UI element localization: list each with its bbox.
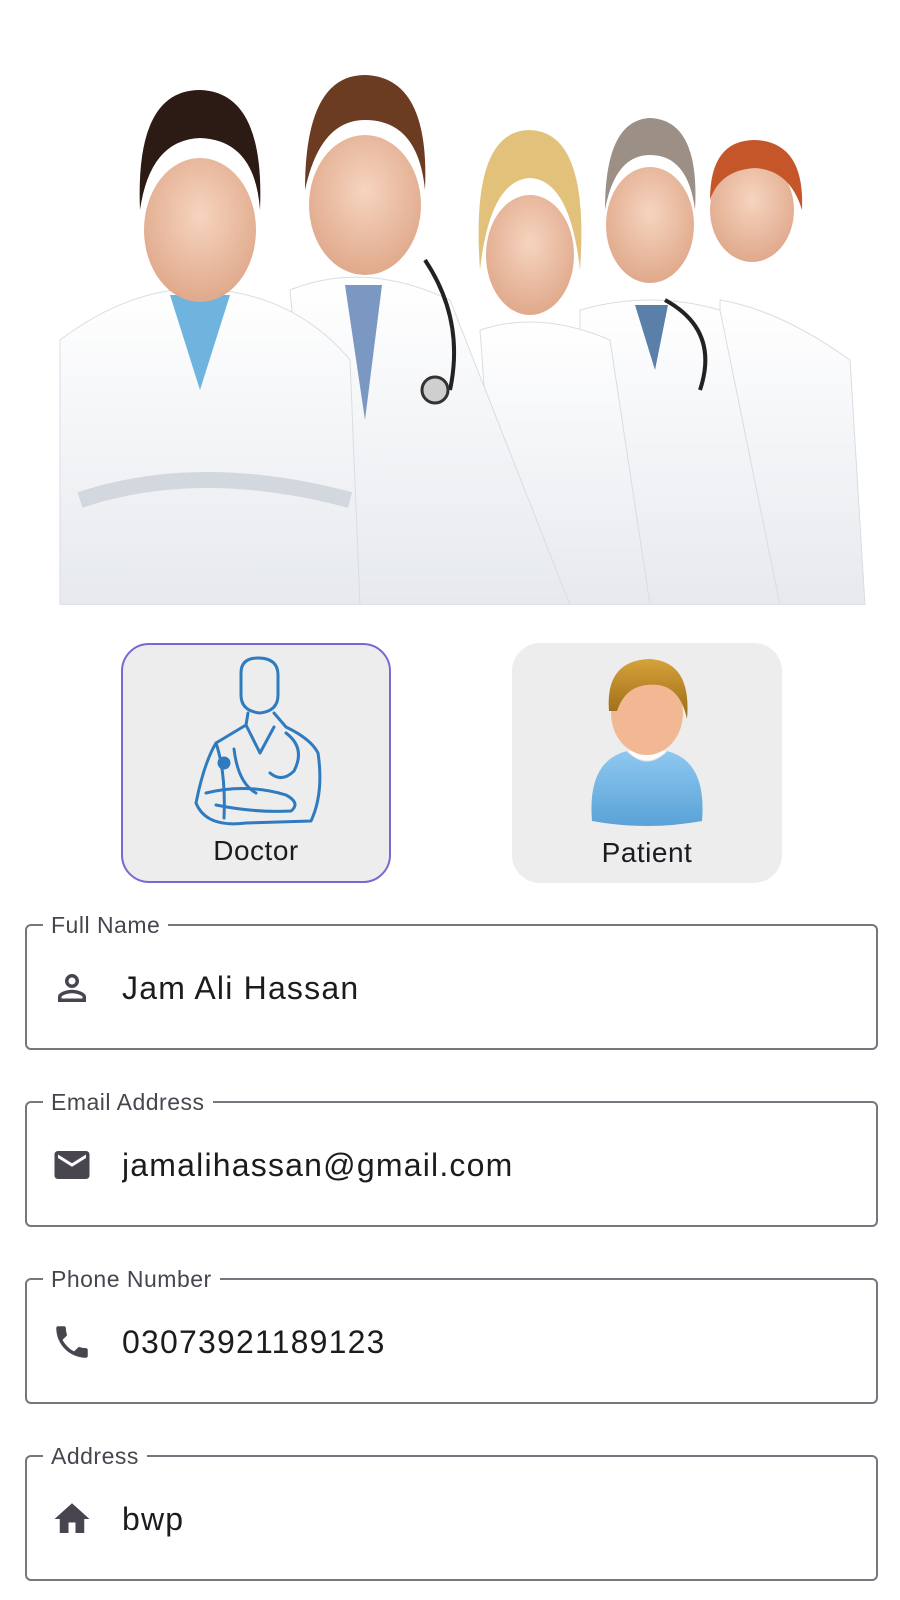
- person-icon: [58, 974, 86, 1002]
- full-name-field: Full Name: [25, 911, 878, 1050]
- phone-input[interactable]: [122, 1310, 842, 1374]
- role-card-patient[interactable]: Patient: [512, 643, 782, 883]
- mail-icon: [54, 1151, 90, 1179]
- role-label-patient: Patient: [601, 837, 693, 868]
- role-card-doctor[interactable]: Doctor: [121, 643, 391, 883]
- full-name-label: Full Name: [43, 911, 169, 939]
- patient-icon: [591, 659, 703, 826]
- full-name-input[interactable]: [122, 956, 842, 1020]
- role-label-doctor: Doctor: [213, 835, 299, 866]
- phone-label: Phone Number: [43, 1265, 220, 1293]
- home-icon: [54, 1503, 90, 1533]
- address-input[interactable]: [122, 1487, 842, 1551]
- address-label: Address: [43, 1442, 147, 1470]
- address-field: Address: [25, 1442, 878, 1581]
- doctor-icon: [194, 656, 322, 826]
- phone-icon: [56, 1326, 88, 1358]
- email-field: Email Address: [25, 1088, 878, 1227]
- email-label: Email Address: [43, 1088, 213, 1116]
- medical-team-illustration: [59, 75, 866, 605]
- hero-image: [20, 60, 885, 605]
- email-input[interactable]: [122, 1133, 842, 1197]
- phone-field: Phone Number: [25, 1265, 878, 1404]
